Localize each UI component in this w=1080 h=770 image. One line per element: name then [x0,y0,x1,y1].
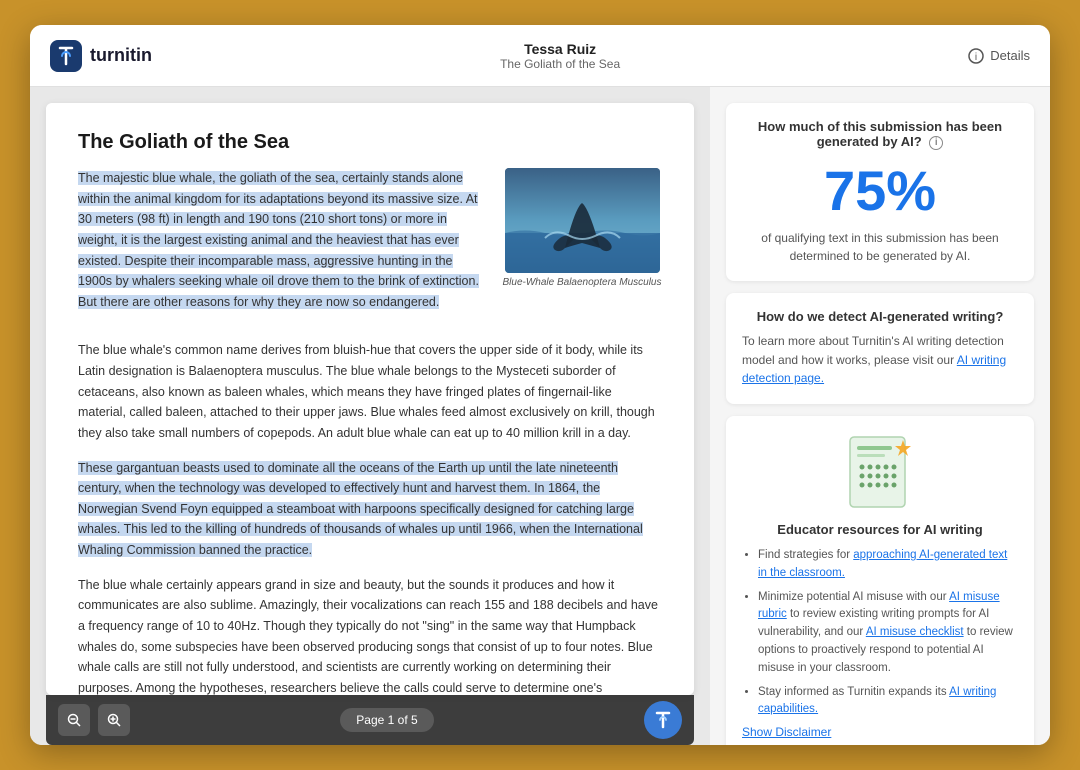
document-paper[interactable]: The Goliath of the Sea The majestic blue… [46,103,694,695]
main-content: The Goliath of the Sea The majestic blue… [30,87,1050,745]
paragraph-4: The blue whale certainly appears grand i… [78,575,662,695]
paragraph-3: These gargantuan beasts used to dominate… [78,458,662,561]
details-button[interactable]: i Details [968,48,1030,64]
turnitin-logo-icon [50,40,82,72]
ai-percentage-card: How much of this submission has been gen… [726,103,1034,281]
toolbar-left [58,704,130,736]
ai-question: How much of this submission has been gen… [742,119,1018,150]
detection-card: How do we detect AI-generated writing? T… [726,293,1034,404]
paragraph-1: The majestic blue whale, the goliath of … [78,168,486,312]
image-caption: Blue-Whale Balaenoptera Musculus [503,277,662,288]
document-area: The Goliath of the Sea The majestic blue… [30,87,710,745]
image-block: Blue-Whale Balaenoptera Musculus [502,168,662,326]
ai-percentage: 75% [742,160,1018,222]
zoom-in-icon [107,713,121,727]
document-title: The Goliath of the Sea [78,131,662,154]
detection-text: To learn more about Turnitin's AI writin… [742,332,1018,388]
page-indicator: Page 1 of 5 [340,708,433,732]
logo-text: turnitin [90,45,152,66]
detection-title: How do we detect AI-generated writing? [742,309,1018,324]
educator-resources-card: Educator resources for AI writing Find s… [726,416,1034,745]
edu-link-1[interactable]: approaching AI-generated text in the cla… [758,549,1007,579]
header: turnitin Tessa Ruiz The Goliath of the S… [30,25,1050,87]
document-title-header: The Goliath of the Sea [500,57,620,71]
ai-question-info-icon[interactable]: i [929,136,943,150]
educator-illustration [835,432,925,512]
paragraph-2: The blue whale's common name derives fro… [78,340,662,443]
edu-list-item-3: Stay informed as Turnitin expands its AI… [758,684,1018,720]
edu-link-2a[interactable]: AI misuse rubric [758,591,1000,621]
educator-list: Find strategies for approaching AI-gener… [742,547,1018,719]
highlighted-text-3: These gargantuan beasts used to dominate… [78,461,643,558]
header-center: Tessa Ruiz The Goliath of the Sea [500,41,620,71]
edu-link-2b[interactable]: AI misuse checklist [866,626,964,638]
ai-description: of qualifying text in this submission ha… [742,229,1018,265]
intro-text: The majestic blue whale, the goliath of … [78,168,486,326]
logo: turnitin [50,40,152,72]
edu-link-3[interactable]: AI writing capabilities. [758,686,996,716]
turnitin-small-icon [652,709,674,731]
whale-svg [505,168,660,273]
edu-list-item-2: Minimize potential AI misuse with our AI… [758,589,1018,678]
document-toolbar: Page 1 of 5 [46,695,694,745]
svg-text:i: i [975,52,977,63]
user-name: Tessa Ruiz [500,41,620,57]
highlighted-text-1: The majestic blue whale, the goliath of … [78,171,479,309]
document-intro: The majestic blue whale, the goliath of … [78,168,662,326]
details-label: Details [990,48,1030,63]
right-panel[interactable]: How much of this submission has been gen… [710,87,1050,745]
show-disclaimer-link[interactable]: Show Disclaimer [742,725,1018,739]
app-window: turnitin Tessa Ruiz The Goliath of the S… [30,25,1050,745]
whale-image [505,168,660,273]
educator-title: Educator resources for AI writing [742,522,1018,537]
zoom-in-button[interactable] [98,704,130,736]
zoom-out-icon [67,713,81,727]
zoom-out-button[interactable] [58,704,90,736]
info-icon: i [968,48,984,64]
turnitin-logo-button[interactable] [644,701,682,739]
edu-list-item-1: Find strategies for approaching AI-gener… [758,547,1018,583]
